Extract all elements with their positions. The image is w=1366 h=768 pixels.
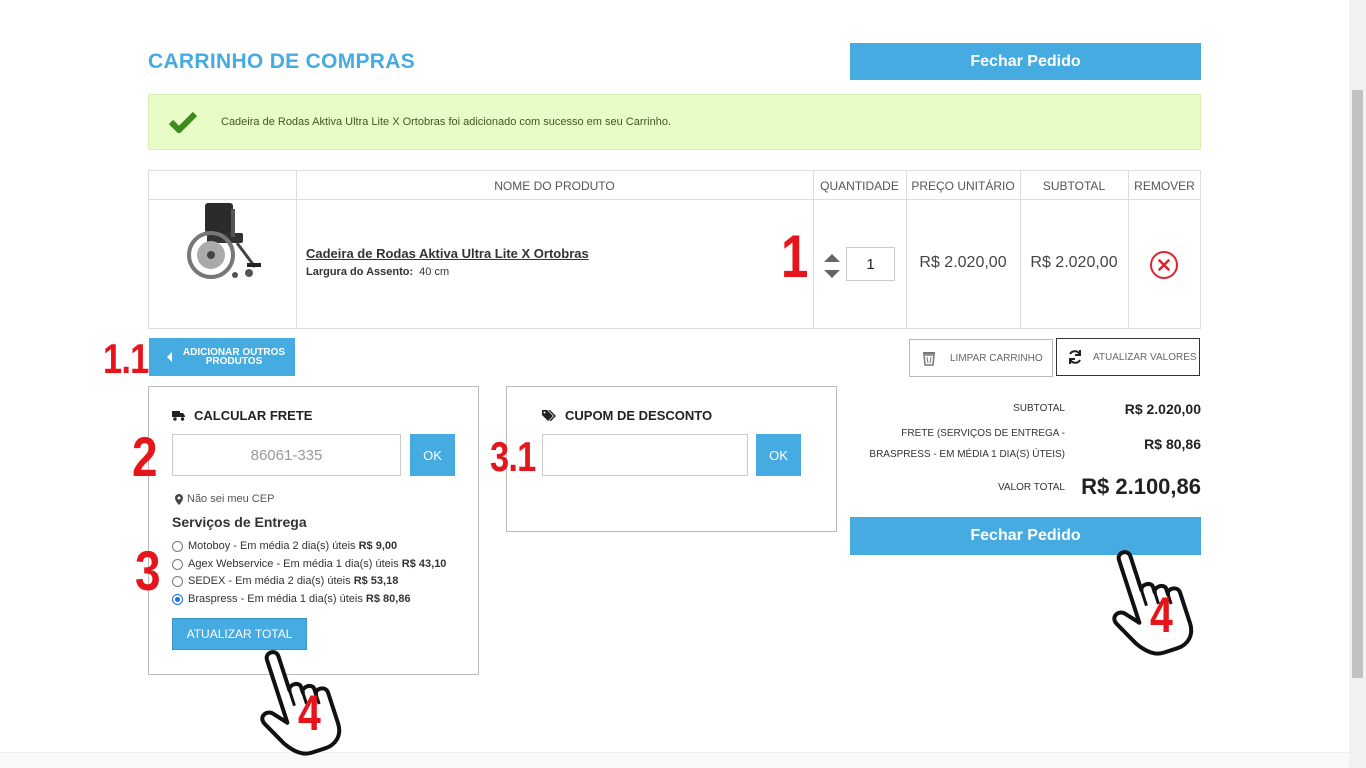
radio-button[interactable]	[172, 558, 183, 570]
service-option-braspress[interactable]: Braspress - Em média 1 dia(s) úteis R$ 8…	[172, 593, 411, 605]
annotation-4-right: 4	[1150, 587, 1173, 643]
scrollbar-thumb[interactable]	[1352, 90, 1363, 678]
remove-x-icon	[1150, 251, 1178, 279]
annotation-1: 1	[781, 223, 808, 290]
row-subtotal: R$ 2.020,00	[1030, 254, 1118, 271]
cupom-desconto-box: CUPOM DE DESCONTO OK	[506, 386, 837, 532]
quantity-input[interactable]: 1	[846, 247, 895, 281]
atualizar-valores-button[interactable]: ATUALIZAR VALORES	[1056, 338, 1200, 376]
header-preco-unitario: PREÇO UNITÁRIO	[911, 178, 1015, 193]
annotation-4-left: 4	[298, 685, 321, 741]
header-subtotal: SUBTOTAL	[1042, 178, 1106, 193]
radio-button-selected[interactable]	[172, 593, 183, 605]
frete-title: CALCULAR FRETE	[172, 408, 312, 423]
annotation-3: 3	[135, 539, 161, 602]
trash-icon	[922, 350, 936, 366]
service-option-agex[interactable]: Agex Webservice - Em média 1 dia(s) útei…	[172, 558, 446, 570]
service-option-motoboy[interactable]: Motoboy - Em média 2 dia(s) úteis R$ 9,0…	[172, 540, 397, 552]
chevron-left-icon	[167, 352, 172, 362]
cupom-ok-button[interactable]: OK	[756, 434, 801, 476]
tags-icon	[542, 410, 556, 421]
unit-price: R$ 2.020,00	[919, 254, 1007, 271]
header-quantidade: QUANTIDADE	[820, 178, 899, 193]
cupom-title: CUPOM DE DESCONTO	[542, 408, 712, 423]
annotation-1-1: 1.1	[103, 335, 149, 382]
attr-label: Largura do Assento:	[306, 266, 414, 278]
product-name-link[interactable]: Cadeira de Rodas Aktiva Ultra Lite X Ort…	[306, 246, 589, 261]
summary-frete-label-2: BRASPRESS - EM MÉDIA 1 DIA(S) ÚTEIS)	[869, 449, 1065, 460]
nao-sei-cep-link[interactable]: Não sei meu CEP	[175, 493, 274, 505]
map-pin-icon	[175, 493, 183, 505]
summary-total-label: VALOR TOTAL	[997, 482, 1065, 493]
summary-subtotal-value: R$ 2.020,00	[1124, 401, 1201, 417]
calcular-frete-box: CALCULAR FRETE 86061-335 OK Não sei meu …	[148, 386, 479, 675]
attr-value: 40 cm	[419, 266, 450, 278]
product-attribute: Largura do Assento: 40 cm	[306, 266, 449, 278]
adicionar-outros-produtos-button[interactable]: ADICIONAR OUTROS PRODUTOS	[149, 338, 295, 376]
page-title: CARRINHO DE COMPRAS	[148, 50, 416, 73]
quantity-stepper[interactable]	[823, 251, 841, 281]
cupom-input[interactable]	[542, 434, 748, 476]
remove-item-button[interactable]	[1149, 250, 1179, 280]
decrease-arrow-icon	[824, 270, 840, 278]
success-alert: Cadeira de Rodas Aktiva Ultra Lite X Ort…	[148, 94, 1201, 150]
summary-frete-value: R$ 80,86	[1144, 436, 1201, 452]
servicos-entrega-title: Serviços de Entrega	[172, 514, 307, 530]
scrollbar[interactable]	[1349, 0, 1366, 768]
check-icon	[169, 111, 199, 133]
frete-ok-button[interactable]: OK	[410, 434, 455, 476]
refresh-icon	[1067, 349, 1083, 365]
header-remover: REMOVER	[1134, 178, 1195, 193]
cep-input[interactable]: 86061-335	[172, 434, 401, 476]
limpar-carrinho-button[interactable]: LIMPAR CARRINHO	[909, 339, 1053, 377]
annotation-3-1: 3.1	[490, 433, 536, 480]
radio-button[interactable]	[172, 575, 183, 587]
annotation-2: 2	[132, 425, 158, 488]
summary-subtotal-label: SUBTOTAL	[1013, 403, 1065, 414]
truck-icon	[172, 410, 186, 421]
service-option-sedex[interactable]: SEDEX - Em média 2 dia(s) úteis R$ 53,18	[172, 575, 398, 587]
cart-table: NOME DO PRODUTO QUANTIDADE PREÇO UNITÁRI…	[148, 170, 1201, 329]
footer-divider	[0, 752, 1349, 768]
fechar-pedido-button-top[interactable]: Fechar Pedido	[850, 43, 1201, 80]
increase-arrow-icon	[824, 254, 840, 262]
header-nome: NOME DO PRODUTO	[494, 178, 615, 193]
product-image[interactable]	[177, 197, 269, 279]
radio-button[interactable]	[172, 540, 183, 552]
summary-frete-label-1: FRETE (SERVIÇOS DE ENTREGA -	[901, 428, 1065, 439]
summary-total-value: R$ 2.100,86	[1081, 474, 1201, 499]
alert-message: Cadeira de Rodas Aktiva Ultra Lite X Ort…	[221, 116, 671, 128]
